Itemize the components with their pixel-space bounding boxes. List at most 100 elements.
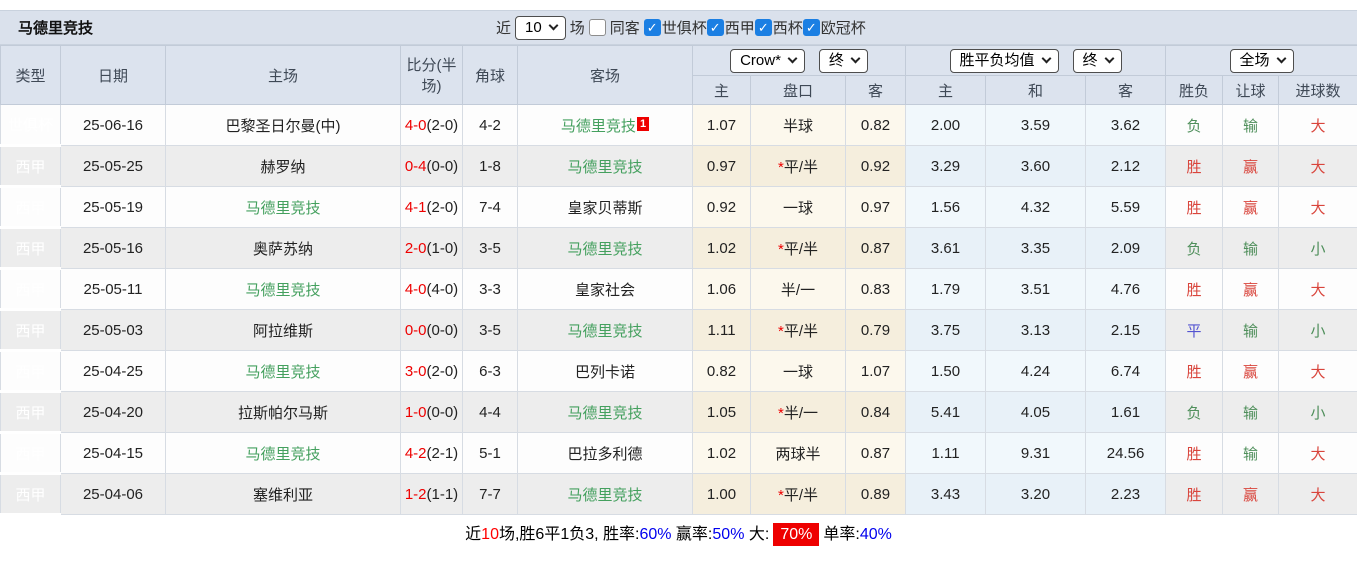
away-odds: 0.87	[846, 228, 906, 269]
halftime-score: (2-0)	[427, 117, 459, 134]
result-wdl: 平	[1166, 310, 1223, 351]
summary-segment: 60%	[639, 526, 671, 543]
result-wdl: 负	[1166, 392, 1223, 433]
result-handicap: 赢	[1223, 146, 1279, 187]
league-badge: 西甲	[1, 433, 61, 474]
avg-lose-odds: 4.76	[1086, 269, 1166, 310]
odds-time-select[interactable]: 终	[819, 49, 868, 73]
result-handicap: 输	[1223, 392, 1279, 433]
result-handicap: 赢	[1223, 351, 1279, 392]
col-header-away: 客场	[518, 46, 693, 105]
handicap: *平/半	[751, 310, 846, 351]
match-score: 3-0(2-0)	[401, 351, 463, 392]
match-score: 4-2(2-1)	[401, 433, 463, 474]
corner-score: 4-4	[463, 392, 518, 433]
avg-source-select[interactable]: 胜平负均值	[950, 49, 1059, 73]
away-odds: 0.84	[846, 392, 906, 433]
league-badge: 西甲	[1, 310, 61, 351]
big-rate-badge: 70%	[773, 523, 819, 546]
result-wdl: 胜	[1166, 187, 1223, 228]
league-filter[interactable]: ✓西杯	[755, 17, 803, 38]
home-team: 塞维利亚	[166, 474, 401, 515]
result-wdl: 负	[1166, 105, 1223, 146]
league-checkbox[interactable]: ✓	[707, 19, 724, 36]
result-handicap: 输	[1223, 228, 1279, 269]
col-header-date: 日期	[61, 46, 166, 105]
match-score: 0-0(0-0)	[401, 310, 463, 351]
result-goals: 小	[1279, 392, 1357, 433]
league-badge: 西甲	[1, 187, 61, 228]
same-venue-checkbox[interactable]	[589, 19, 606, 36]
away-team: 巴拉多利德	[518, 433, 693, 474]
home-odds: 0.92	[693, 187, 751, 228]
sub-header-avg-win: 主	[906, 76, 986, 105]
away-team-name: 马德里竞技	[567, 159, 642, 176]
home-team: 巴黎圣日尔曼(中)	[166, 105, 401, 146]
away-odds: 0.87	[846, 433, 906, 474]
corner-score: 3-3	[463, 269, 518, 310]
fulltime-score: 2-0	[405, 240, 427, 257]
summary-segment: 50%	[712, 526, 744, 543]
home-team: 赫罗纳	[166, 146, 401, 187]
col-header-type: 类型	[1, 46, 61, 105]
fulltime-score: 4-0	[405, 281, 427, 298]
corner-score: 7-7	[463, 474, 518, 515]
fulltime-score: 4-1	[405, 199, 427, 216]
away-odds: 0.97	[846, 187, 906, 228]
away-team: 巴列卡诺	[518, 351, 693, 392]
away-team-name: 马德里竞技	[567, 487, 642, 504]
league-badge: 西甲	[1, 474, 61, 515]
summary-segment: 赢率:	[671, 526, 712, 543]
sub-header-wdl: 胜负	[1166, 76, 1223, 105]
away-team: 马德里竞技	[518, 310, 693, 351]
home-odds: 1.05	[693, 392, 751, 433]
league-checkbox-label: 世俱杯	[662, 17, 707, 38]
corner-score: 7-4	[463, 187, 518, 228]
away-odds: 0.83	[846, 269, 906, 310]
handicap: 一球	[751, 351, 846, 392]
league-filter[interactable]: ✓西甲	[707, 17, 755, 38]
league-checkbox[interactable]: ✓	[644, 19, 661, 36]
home-odds: 1.11	[693, 310, 751, 351]
away-odds: 0.89	[846, 474, 906, 515]
chevron-down-icon	[1276, 54, 1286, 64]
summary-segment: 近	[465, 526, 481, 543]
avg-lose-odds: 2.15	[1086, 310, 1166, 351]
league-filter[interactable]: ✓欧冠杯	[803, 17, 866, 38]
league-checkbox[interactable]: ✓	[755, 19, 772, 36]
league-checkbox[interactable]: ✓	[803, 19, 820, 36]
corner-score: 1-8	[463, 146, 518, 187]
away-team-name: 皇家社会	[575, 282, 635, 299]
result-wdl: 胜	[1166, 269, 1223, 310]
result-scope-select[interactable]: 全场	[1230, 49, 1294, 73]
match-score: 1-0(0-0)	[401, 392, 463, 433]
league-checkbox-label: 西杯	[773, 17, 803, 38]
away-odds: 0.92	[846, 146, 906, 187]
sub-header-avg-draw: 和	[986, 76, 1086, 105]
league-badge: 世俱杯	[1, 105, 61, 146]
odds-source-select[interactable]: Crow*	[730, 49, 805, 73]
table-body: 世俱杯25-06-16巴黎圣日尔曼(中)4-0(2-0)4-2马德里竞技11.0…	[1, 105, 1357, 515]
home-odds: 1.02	[693, 228, 751, 269]
result-goals: 大	[1279, 474, 1357, 515]
halftime-score: (2-1)	[427, 445, 459, 462]
sub-header-handicap: 盘口	[751, 76, 846, 105]
handicap-star: *	[778, 487, 784, 504]
away-team-name: 皇家贝蒂斯	[567, 200, 642, 217]
avg-time-select[interactable]: 终	[1073, 49, 1122, 73]
header-bar: 马德里竞技 近 10 场 同客 ✓世俱杯✓西甲✓西杯✓欧冠杯	[0, 10, 1357, 45]
sub-header-goals-result: 进球数	[1279, 76, 1357, 105]
home-odds: 1.00	[693, 474, 751, 515]
result-goals: 大	[1279, 146, 1357, 187]
corner-score: 5-1	[463, 433, 518, 474]
match-date: 25-05-19	[61, 187, 166, 228]
avg-lose-odds: 1.61	[1086, 392, 1166, 433]
avg-win-odds: 2.00	[906, 105, 986, 146]
home-odds: 1.06	[693, 269, 751, 310]
recent-count-select[interactable]: 10	[515, 16, 566, 40]
sub-header-avg-lose: 客	[1086, 76, 1166, 105]
league-filter[interactable]: ✓世俱杯	[644, 17, 707, 38]
match-score: 4-1(2-0)	[401, 187, 463, 228]
halftime-score: (0-0)	[427, 404, 459, 421]
result-goals: 大	[1279, 105, 1357, 146]
